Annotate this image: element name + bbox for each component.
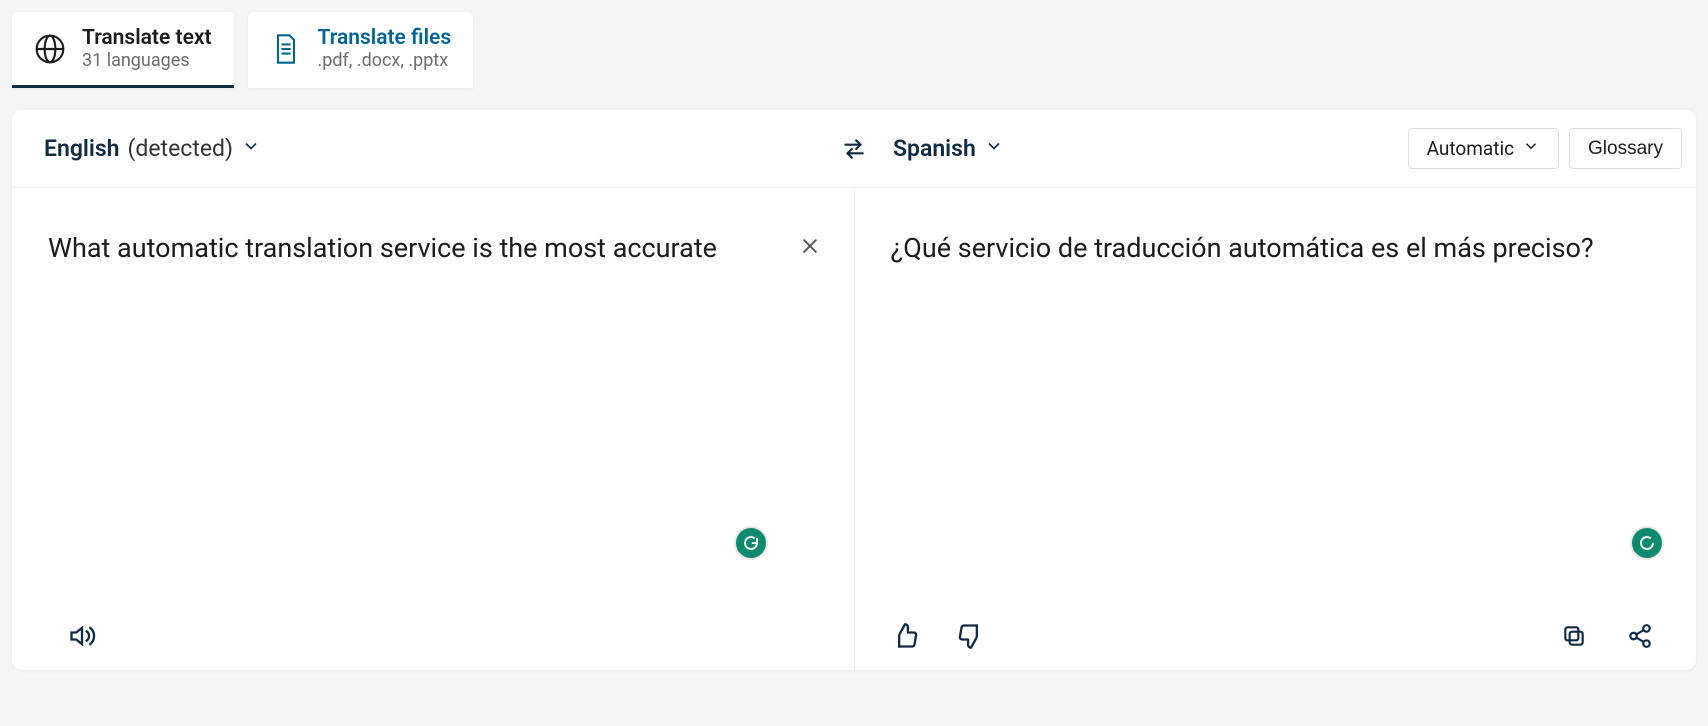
tab-translate-text[interactable]: Translate text 31 languages xyxy=(12,12,234,88)
globe-icon xyxy=(34,33,66,65)
listen-source-button[interactable] xyxy=(62,616,102,656)
chevron-down-icon xyxy=(241,135,261,162)
tab-text-sub: 31 languages xyxy=(82,50,212,71)
thumbs-up-button[interactable] xyxy=(885,616,925,656)
source-language-suffix: (detected) xyxy=(128,135,234,162)
grammarly-badge-icon[interactable] xyxy=(734,526,768,560)
source-language-label: English xyxy=(44,135,120,162)
source-textarea[interactable] xyxy=(48,228,808,529)
translator-panel: English (detected) Spanish xyxy=(12,110,1696,670)
tab-files-sub: .pdf, .docx, .pptx xyxy=(318,50,452,71)
thumbs-down-button[interactable] xyxy=(951,616,991,656)
language-bar: English (detected) Spanish xyxy=(12,110,1696,188)
mode-tabs: Translate text 31 languages Translate fi… xyxy=(0,0,1708,88)
source-language-select[interactable]: English (detected) xyxy=(44,135,261,162)
tone-label: Automatic xyxy=(1427,137,1514,160)
target-pane: ¿Qué servicio de traducción automática e… xyxy=(855,188,1697,670)
tone-select[interactable]: Automatic xyxy=(1408,128,1559,169)
grammarly-badge-icon[interactable] xyxy=(1630,526,1664,560)
target-language-label: Spanish xyxy=(893,135,976,162)
swap-languages-button[interactable] xyxy=(836,131,872,167)
document-icon xyxy=(270,33,302,65)
tab-translate-files[interactable]: Translate files .pdf, .docx, .pptx xyxy=(248,12,474,88)
target-language-select[interactable]: Spanish xyxy=(893,135,1004,162)
content-area: ¿Qué servicio de traducción automática e… xyxy=(12,188,1696,670)
target-text: ¿Qué servicio de traducción automática e… xyxy=(891,228,1651,270)
source-pane xyxy=(12,188,854,670)
chevron-down-icon xyxy=(1522,137,1540,160)
tab-text-title: Translate text xyxy=(82,26,212,50)
clear-source-button[interactable] xyxy=(794,230,826,262)
glossary-button[interactable]: Glossary xyxy=(1569,128,1682,169)
chevron-down-icon xyxy=(984,135,1004,162)
share-button[interactable] xyxy=(1620,616,1660,656)
tab-files-title: Translate files xyxy=(318,26,452,50)
copy-button[interactable] xyxy=(1554,616,1594,656)
